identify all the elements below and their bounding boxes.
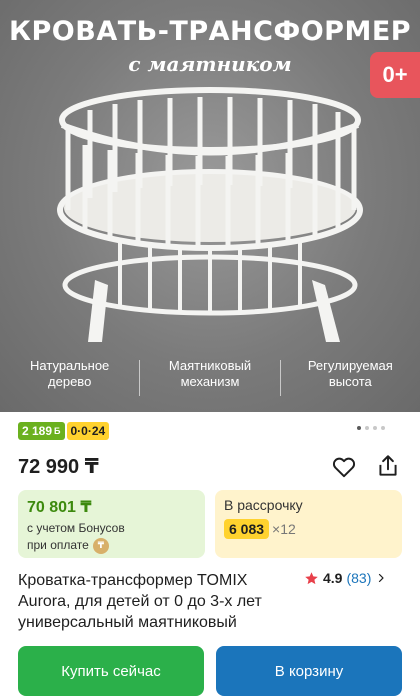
bonus-coin-icon: ₸ <box>92 537 109 554</box>
feature-pendulum: Маятниковый механизм <box>140 358 279 398</box>
feature-label: механизм <box>180 374 240 389</box>
installment-card[interactable]: В рассрочку 6 083 ×12 <box>215 490 402 558</box>
carousel-dot[interactable] <box>373 426 377 430</box>
bonus-price-card[interactable]: 70 801 ₸ с учетом Бонусов при оплате ₸ <box>18 490 205 558</box>
product-price: 72 990 ₸ <box>18 456 99 478</box>
favorite-heart-icon[interactable] <box>331 454 357 480</box>
installment-months: ×12 <box>272 521 296 537</box>
installment-row: 6 083 ×12 <box>224 519 393 539</box>
feature-label: Регулируемая <box>307 358 393 373</box>
crib-image <box>57 87 363 342</box>
buy-now-button[interactable]: Купить сейчас <box>18 646 204 696</box>
bonus-icon: Б <box>54 426 61 436</box>
hero-title: КРОВАТЬ-ТРАНСФОРМЕР <box>8 16 412 47</box>
feature-adjustable-height: Регулируемая высота <box>281 358 420 398</box>
bonus-note-line: при оплате <box>27 538 89 552</box>
promo-badges: 2 189 Б 0·0·24 <box>18 422 110 440</box>
feature-label: высота <box>328 374 372 389</box>
rating[interactable]: 4.9 (83) <box>304 570 387 586</box>
product-image-gallery[interactable]: КРОВАТЬ-ТРАНСФОРМЕР с маятником 0+ Натур… <box>0 0 420 412</box>
add-to-cart-button[interactable]: В корзину <box>216 646 402 696</box>
reviews-count-link[interactable]: (83) <box>346 570 371 586</box>
bonus-badge: 2 189 Б <box>18 422 65 440</box>
carousel-dot[interactable] <box>381 426 385 430</box>
carousel-dot[interactable] <box>357 426 361 430</box>
feature-label: Натуральное <box>30 358 110 373</box>
hero-subtitle: с маятником <box>128 52 292 76</box>
feature-natural-wood: Натуральное дерево <box>0 358 139 398</box>
bonus-note-line: с учетом Бонусов <box>27 521 125 535</box>
features-row: Натуральное дерево Маятниковый механизм … <box>0 358 420 398</box>
bonus-price: 70 801 ₸ <box>27 499 92 516</box>
chevron-right-icon <box>379 573 384 583</box>
rating-score: 4.9 <box>323 570 343 586</box>
bonus-badge-value: 2 189 <box>22 424 53 438</box>
bonus-note-row: при оплате ₸ <box>27 537 196 554</box>
product-title: Кроватка-трансформер TOMIX Aurora, для д… <box>18 572 262 631</box>
carousel-dots[interactable] <box>357 426 385 430</box>
feature-label: Маятниковый <box>168 358 252 373</box>
share-icon[interactable] <box>375 453 401 479</box>
bonus-note: с учетом Бонусов при оплате ₸ <box>27 520 196 554</box>
installment-amount: 6 083 <box>224 519 270 539</box>
carousel-dot[interactable] <box>365 426 369 430</box>
star-icon <box>305 571 318 584</box>
installment-label: В рассрочку <box>224 497 303 513</box>
feature-label: дерево <box>48 374 92 389</box>
installment-badge: 0·0·24 <box>66 422 110 440</box>
